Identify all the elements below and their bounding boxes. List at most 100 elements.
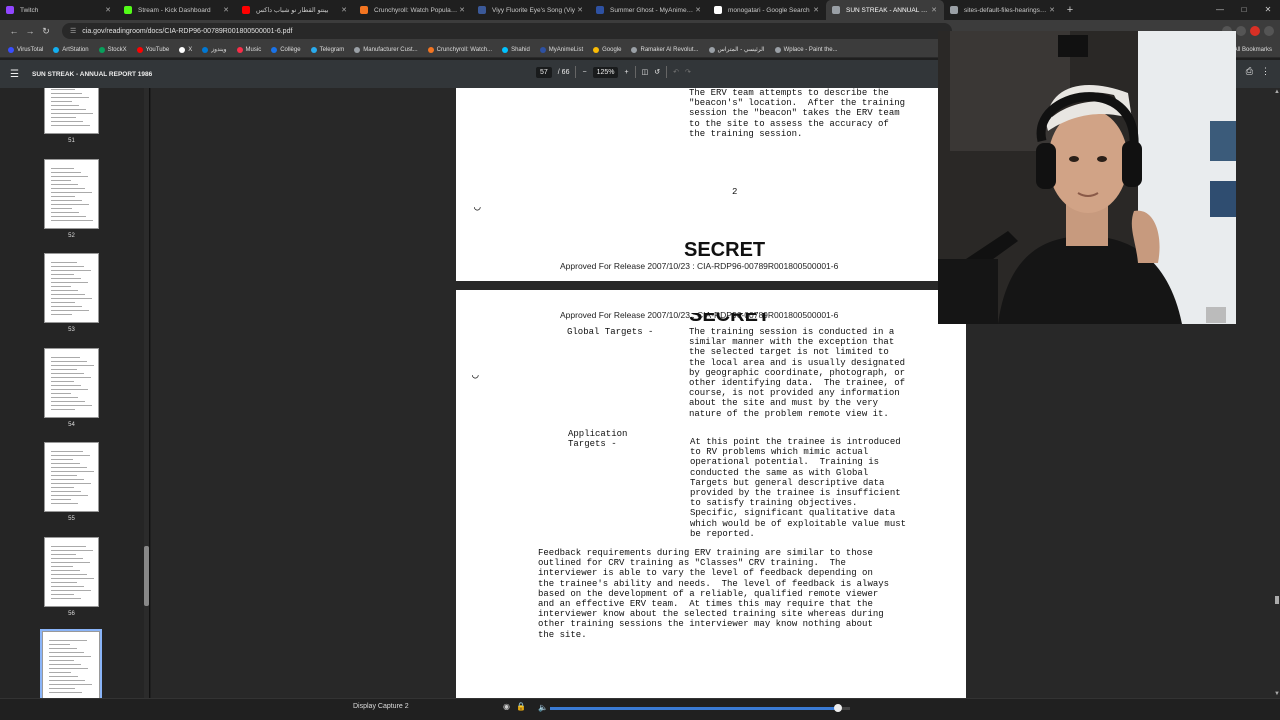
page-thumbnail[interactable] — [44, 347, 99, 418]
bookmark-label: ArtStation — [62, 46, 89, 53]
tab-close-icon[interactable]: ✕ — [340, 6, 348, 14]
page-thumbnail[interactable] — [44, 536, 99, 607]
zoom-level-input[interactable]: 125% — [592, 66, 619, 78]
thumbnail-text-line — [51, 219, 93, 221]
bookmark-item[interactable]: Crunchyroll: Watch... — [427, 46, 492, 53]
redo-icon[interactable]: ↷ — [685, 68, 691, 76]
thumbnail-text-line — [51, 207, 72, 209]
tab-close-icon[interactable]: ✕ — [930, 6, 938, 14]
scroll-down-icon[interactable]: ▼ — [1274, 691, 1280, 697]
scroll-up-icon[interactable]: ▲ — [1274, 89, 1280, 95]
bookmark-item[interactable]: Telegram — [310, 46, 344, 53]
viewer-scrollbar[interactable]: ▲ ▼ — [1274, 88, 1280, 698]
minimize-icon[interactable]: — — [1208, 0, 1232, 20]
thumbnail-text-line — [51, 310, 89, 311]
tab-close-icon[interactable]: ✕ — [694, 6, 702, 14]
reload-icon[interactable]: ↻ — [38, 26, 54, 37]
thumbnail-text-line — [51, 294, 85, 295]
bookmark-item[interactable]: StockX — [98, 46, 127, 53]
volume-handle[interactable] — [834, 704, 842, 712]
thumbnail-text-line — [49, 672, 71, 673]
bookmark-label: Wplace - Paint the... — [783, 46, 838, 53]
tab-close-icon[interactable]: ✕ — [222, 6, 230, 14]
undo-icon[interactable]: ↶ — [673, 68, 679, 76]
bookmark-favicon-icon — [236, 46, 243, 53]
bookmark-item[interactable]: ويندوز — [202, 46, 227, 53]
thumbnail-page-number: 56 — [68, 610, 75, 617]
section-text: The training session is conducted in a s… — [689, 327, 906, 419]
tab-favicon-icon — [124, 6, 132, 14]
bookmark-item[interactable]: ArtStation — [53, 46, 89, 53]
page-thumbnail[interactable] — [44, 253, 99, 323]
zoom-out-icon[interactable]: − — [582, 69, 586, 76]
sidebar-scrollbar[interactable] — [144, 88, 149, 698]
tab-close-icon[interactable]: ✕ — [1048, 6, 1056, 14]
tab-close-icon[interactable]: ✕ — [812, 6, 820, 14]
site-info-icon[interactable]: ☰ — [70, 27, 76, 35]
volume-slider[interactable] — [550, 704, 850, 712]
tab-close-icon[interactable]: ✕ — [458, 6, 466, 14]
rotate-icon[interactable]: ↺ — [654, 68, 660, 76]
bookmark-item[interactable]: Wplace - Paint the... — [774, 46, 838, 53]
browser-tab[interactable]: monogatari - Google Search ✕ — [708, 0, 826, 20]
close-window-icon[interactable]: ✕ — [1256, 0, 1280, 20]
back-arrow-icon[interactable]: ← — [6, 26, 22, 36]
thumbnail-text-line — [51, 581, 77, 583]
tab-close-icon[interactable]: ✕ — [576, 6, 584, 14]
thumbnail-text-line — [49, 692, 82, 693]
bookmark-item[interactable]: Manufacturer Cust... — [354, 46, 418, 53]
browser-tab[interactable]: بينتو القطار نو شباب داكس ✕ — [236, 0, 354, 20]
tab-favicon-icon — [478, 6, 486, 14]
bookmark-item[interactable]: Collège — [271, 46, 301, 53]
pdf-controls: 57 / 66 − 125% + ◫ ↺ ↶ ↷ — [536, 66, 691, 78]
profile-avatar-icon[interactable] — [1250, 26, 1260, 36]
bookmark-favicon-icon — [539, 46, 546, 53]
thumbnail-text-line — [51, 593, 74, 595]
more-options-icon[interactable]: ⋮ — [1261, 66, 1270, 77]
bookmark-item[interactable]: X — [179, 46, 192, 53]
browser-tab[interactable]: Crunchyroll: Watch Popular Ani ✕ — [354, 0, 472, 20]
bookmark-item[interactable]: VirusTotal — [8, 46, 43, 53]
thumbnail-text-line — [51, 113, 93, 114]
new-tab-button[interactable]: + — [1062, 4, 1078, 16]
lock-icon[interactable]: 🔒 — [516, 702, 526, 711]
browser-tab[interactable]: Viyy Fluorite Eye's Song (Viy ✕ — [472, 0, 590, 20]
punch-mark-icon: ◡ — [472, 370, 479, 382]
speaker-icon[interactable]: 🔈 — [538, 703, 548, 712]
page-thumbnail[interactable] — [40, 629, 102, 698]
sidebar-menu-icon[interactable]: ☰ — [10, 69, 26, 80]
address-bar[interactable]: ☰ cia.gov/readingroom/docs/CIA-RDP96-007… — [62, 23, 952, 39]
bookmark-item[interactable]: Google — [593, 46, 621, 53]
page-thumbnail[interactable] — [44, 442, 99, 512]
sidebar-scroll-thumb[interactable] — [144, 546, 149, 606]
print-icon[interactable]: ⎙ — [1246, 66, 1253, 77]
tab-close-icon[interactable]: ✕ — [104, 6, 112, 14]
maximize-icon[interactable]: □ — [1232, 0, 1256, 20]
extension-icon[interactable] — [1236, 26, 1246, 36]
bookmark-item[interactable]: Shahid — [502, 46, 530, 53]
fit-page-icon[interactable]: ◫ — [642, 68, 649, 76]
bookmark-item[interactable]: YouTube — [136, 46, 169, 53]
all-bookmarks-button[interactable]: All Bookmarks — [1234, 47, 1272, 53]
thumbnail-text-line — [51, 274, 74, 275]
bookmark-label: MyAnimeList — [548, 46, 584, 53]
browser-tab[interactable]: SUN STREAK - ANNUAL REPORT✕ — [826, 0, 944, 20]
browser-tab[interactable]: Twitch ✕ — [0, 0, 118, 20]
browser-tab[interactable]: Summer Ghost - MyAnimeList ✕ — [590, 0, 708, 20]
viewer-scroll-thumb[interactable] — [1275, 596, 1279, 604]
bookmark-favicon-icon — [427, 46, 434, 53]
forward-arrow-icon[interactable]: → — [22, 26, 38, 36]
bookmark-item[interactable]: MyAnimeList — [539, 46, 584, 53]
page-number-input[interactable]: 57 — [536, 66, 552, 78]
page-thumbnail[interactable] — [44, 158, 99, 229]
bookmark-item[interactable]: الرئيسي - المتراس — [708, 46, 765, 53]
bookmark-item[interactable]: Ramaker Al Revolut... — [631, 46, 699, 53]
browser-tab[interactable]: sites-default-files-hearings-97c ✕ — [944, 0, 1062, 20]
browser-tab[interactable]: Stream - Kick Dashboard ✕ — [118, 0, 236, 20]
visibility-eye-icon[interactable]: ◉ — [503, 702, 510, 711]
zoom-in-icon[interactable]: + — [624, 69, 628, 76]
bookmark-item[interactable]: Music — [236, 46, 261, 53]
page-thumbnail[interactable] — [44, 88, 99, 134]
menu-kebab-icon[interactable] — [1264, 26, 1274, 36]
thumbnail-text-line — [51, 455, 90, 456]
